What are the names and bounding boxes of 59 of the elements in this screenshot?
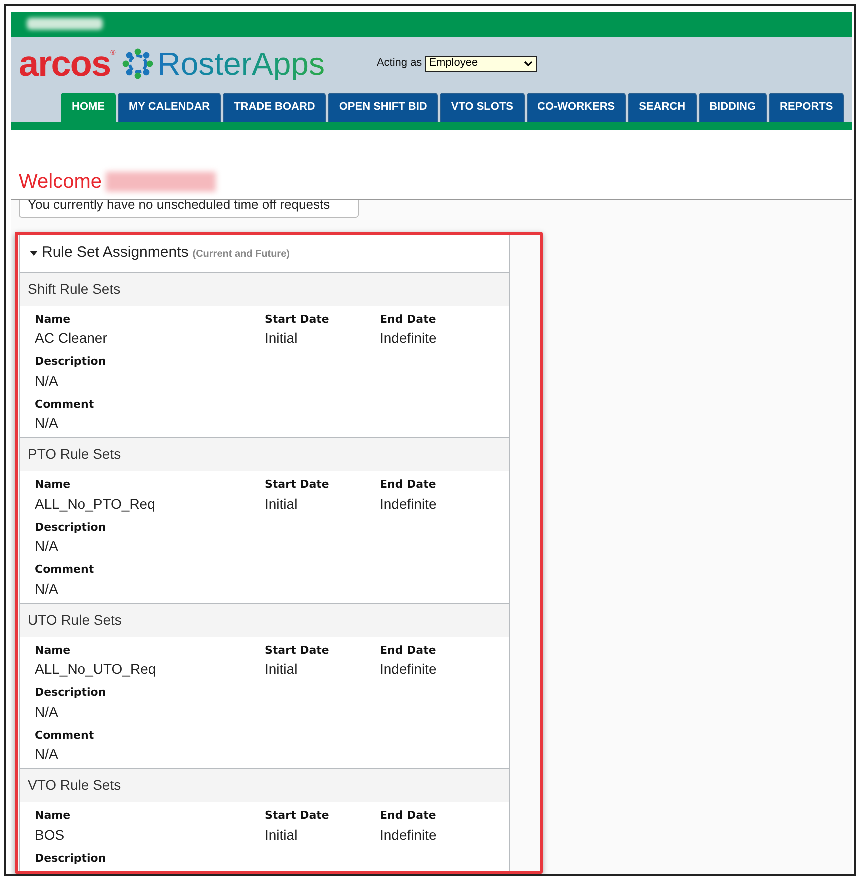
field-value: ALL_No_PTO_Req [35,494,156,514]
nav-tab[interactable]: REPORTS [769,92,844,122]
field-value: BOS [35,826,66,844]
field-value: N/A [35,537,60,556]
section-title: Shift Rule Sets [20,272,509,306]
field-label: Description [35,850,108,866]
field-label: Comment [35,562,96,578]
field-label: Name [35,477,72,493]
nav-tab[interactable]: OPEN SHIFT BID [328,92,438,122]
field-value: N/A [35,372,60,390]
collapse-toggle[interactable] [30,250,38,256]
brand-name: arcos [19,46,111,82]
field-value: N/A [35,414,60,433]
field-value: Indefinite [380,660,438,679]
field-label: End Date [380,312,438,328]
field-label: Description [35,520,108,536]
field-label: Start Date [265,808,330,824]
field-label: Comment [35,728,96,744]
field-label: Start Date [265,642,330,658]
field-label: Comment [35,396,96,412]
welcome-heading: Welcome [19,170,102,195]
nav-tab[interactable]: HOME [61,92,116,122]
field-value: Initial [265,660,299,679]
nav-tab[interactable]: VTO SLOTS [440,92,525,122]
field-label: End Date [380,642,438,658]
field-value: Initial [265,329,299,348]
panel-title: Rule Set Assignments [42,243,189,263]
field-label: End Date [380,477,438,493]
panel-subtitle: (Current and Future) [192,248,290,262]
field-value: ALL_No_UTO_Req [35,660,158,679]
field-value: Initial [265,826,299,844]
field-value: Indefinite [380,329,438,348]
field-value: Indefinite [380,826,438,844]
acting-as-label: Acting as [376,56,422,72]
nav-tab[interactable]: SEARCH [628,92,697,122]
field-label: Start Date [265,312,330,328]
chevron-down-icon [524,60,534,66]
field-label: End Date [380,808,438,824]
field-label: Description [35,685,108,701]
role-dropdown[interactable]: Employee [425,56,538,72]
field-label: Start Date [265,477,330,493]
field-label: Description [35,354,108,370]
nav-tab[interactable]: BIDDING [698,92,768,122]
nav-tab[interactable]: TRADE BOARD [223,92,326,122]
field-label: Name [35,312,72,328]
nav-tab[interactable]: MY CALENDAR [118,92,222,122]
field-label: Name [35,808,72,824]
caret-icon [30,250,38,256]
field-value: Indefinite [380,494,438,514]
field-value: N/A [35,580,60,598]
field-value: Initial [265,494,299,514]
section-title: VTO Rule Sets [20,769,509,802]
nav-tab[interactable]: CO-WORKERS [526,92,626,122]
field-value: AC Cleaner [35,329,108,348]
field-value: N/A [35,702,60,722]
section-title: PTO Rule Sets [20,438,509,471]
field-label: Name [35,642,72,658]
section-title: UTO Rule Sets [20,604,509,636]
field-value: N/A [35,745,60,764]
